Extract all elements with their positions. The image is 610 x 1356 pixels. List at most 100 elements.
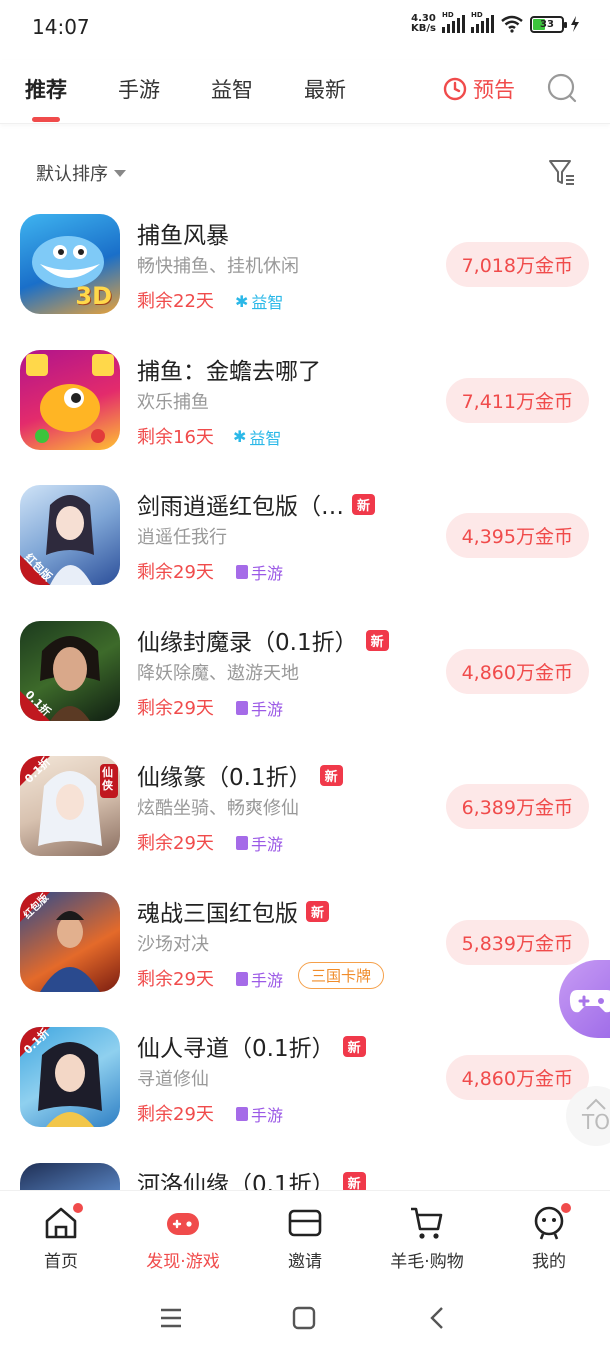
- remaining-days: 剩余29天: [137, 833, 214, 854]
- category-tag: 手游: [236, 831, 283, 855]
- game-title: 剑雨逍遥红包版（… 新: [137, 487, 376, 521]
- game-thumbnail: 0.1折: [20, 620, 120, 721]
- game-title: 魂战三国红包版新: [137, 894, 330, 928]
- clock: 14:07: [32, 15, 90, 39]
- nav-profile-label: 我的: [532, 1252, 566, 1272]
- category-label: 手游: [251, 564, 284, 583]
- nav-discover-games[interactable]: 发现·游戏: [122, 1205, 244, 1272]
- back-icon[interactable]: [424, 1304, 452, 1332]
- category-label: 手游: [251, 835, 284, 854]
- phone-icon: [236, 971, 248, 986]
- genre-tag: 三国卡牌: [298, 961, 385, 989]
- game-title-text: 魂战三国红包版: [137, 900, 298, 927]
- tab-mobile-games[interactable]: 手游: [118, 74, 160, 104]
- list-item[interactable]: 0.1折 仙人寻道（0.1折） 新 寻道修仙 剩余29天 手游 4,860万金币: [0, 1009, 610, 1145]
- category-tag: ✱ 益智: [233, 425, 281, 449]
- game-subtitle: 沙场对决: [137, 933, 209, 955]
- coin-reward-button[interactable]: 5,839万金币: [445, 919, 589, 965]
- list-item[interactable]: 捕鱼：金蟾去哪了 欢乐捕鱼 剩余16天 ✱ 益智 7,411万金币: [0, 332, 610, 468]
- thumb-text: 3D: [75, 282, 112, 310]
- system-nav-bar: [0, 1282, 610, 1356]
- nav-home-label: 首页: [44, 1252, 78, 1272]
- phone-icon: [236, 1107, 248, 1121]
- game-subtitle: 寻道修仙: [137, 1069, 209, 1090]
- new-badge: 新: [342, 1171, 366, 1190]
- clock-icon: [443, 77, 467, 101]
- nav-profile[interactable]: 我的: [488, 1203, 610, 1272]
- caret-down-icon: [114, 169, 126, 177]
- game-subtitle: 畅快捕鱼、挂机休闲: [137, 256, 299, 277]
- coin-reward-button[interactable]: 7,411万金币: [445, 377, 589, 423]
- new-badge: 新: [306, 900, 330, 922]
- remaining-days: 剩余29天: [137, 1104, 214, 1125]
- menu-icon[interactable]: [157, 1304, 185, 1332]
- chevron-up-icon: [586, 1098, 606, 1110]
- category-tag: 手游: [236, 696, 283, 720]
- notification-dot: [73, 1203, 83, 1213]
- new-badge: 新: [365, 629, 389, 651]
- preview-label: 预告: [473, 78, 515, 102]
- network-speed: 4.30 KB/s: [411, 14, 436, 34]
- remaining-days: 剩余29天: [137, 968, 214, 990]
- notification-dot: [561, 1203, 571, 1213]
- new-badge: 新: [319, 765, 343, 786]
- remaining-days: 剩余22天: [137, 291, 214, 312]
- category-tag: 手游: [236, 1102, 283, 1126]
- list-item[interactable]: 0.1折 仙缘封魔录（0.1折） 新 降妖除魔、遨游天地 剩余29天 手游 4,8…: [0, 603, 610, 739]
- phone-icon: [236, 836, 248, 850]
- coin-reward-button[interactable]: 4,395万金币: [445, 513, 589, 558]
- tab-recommend[interactable]: 推荐: [25, 74, 67, 122]
- thumb-text: 仙侠: [102, 766, 113, 792]
- category-label: 手游: [251, 699, 284, 719]
- nav-shopping-label: 羊毛·购物: [390, 1252, 464, 1272]
- game-thumbnail: 0.1折: [20, 1027, 120, 1127]
- preview-button[interactable]: 预告: [443, 74, 515, 104]
- puzzle-icon: ✱: [233, 427, 247, 446]
- game-thumbnail: 红包版: [20, 485, 120, 585]
- nav-invite[interactable]: 邀请: [244, 1205, 366, 1272]
- list-item[interactable]: 河洛仙缘（0.1折） 新: [0, 1145, 610, 1191]
- new-badge: 新: [342, 1036, 366, 1057]
- nav-home[interactable]: 首页: [0, 1203, 122, 1272]
- game-thumbnail: 0.1折 仙侠: [20, 756, 120, 856]
- nav-shopping[interactable]: 羊毛·购物: [366, 1205, 488, 1272]
- category-tabs: 推荐 手游 益智 最新 预告: [0, 60, 610, 124]
- coin-reward-button[interactable]: 4,860万金币: [445, 648, 589, 694]
- gamepad-icon: [167, 1213, 199, 1235]
- list-item[interactable]: 红包版 剑雨逍遥红包版（… 新 逍遥任我行 剩余29天 手游 4,395万金币: [0, 467, 610, 603]
- game-thumbnail: 红包版: [20, 891, 120, 992]
- tab-puzzle[interactable]: 益智: [211, 74, 253, 104]
- list-item[interactable]: 3D 捕鱼风暴 畅快捕鱼、挂机休闲 剩余22天 ✱ 益智 7,018万金币: [0, 196, 610, 332]
- game-thumbnail: [20, 349, 120, 450]
- coin-reward-button[interactable]: 4,860万金币: [445, 1055, 589, 1100]
- game-title-text: 仙缘封魔录（0.1折）: [137, 629, 358, 656]
- category-tag: 手游: [236, 560, 283, 584]
- home-square-icon[interactable]: [290, 1304, 318, 1332]
- game-subtitle: 降妖除魔、遨游天地: [137, 662, 299, 684]
- phone-icon: [236, 700, 248, 715]
- cart-icon: [411, 1207, 443, 1239]
- tab-latest[interactable]: 最新: [304, 74, 346, 104]
- phone-icon: [236, 565, 248, 579]
- game-title: 捕鱼风暴: [137, 223, 229, 249]
- back-to-top-label: TO: [582, 1110, 610, 1134]
- filter-icon[interactable]: [548, 158, 576, 188]
- status-bar: 14:07 4.30 KB/s HD HD 33: [0, 0, 610, 56]
- coin-reward-button[interactable]: 6,389万金币: [445, 784, 589, 829]
- game-title-text: 河洛仙缘（0.1折）: [137, 1171, 335, 1191]
- bottom-nav: 首页 发现·游戏 邀请 羊毛·购物 我的: [0, 1190, 610, 1282]
- game-title-text: 仙人寻道（0.1折）: [137, 1036, 335, 1062]
- game-thumbnail: [20, 1162, 120, 1190]
- game-list: 3D 捕鱼风暴 畅快捕鱼、挂机休闲 剩余22天 ✱ 益智 7,018万金币 捕鱼：…: [0, 196, 610, 1190]
- list-item[interactable]: 红包版 魂战三国红包版新 沙场对决 剩余29天 手游 三国卡牌 5,839万金币: [0, 874, 610, 1010]
- network-speed-unit: KB/s: [411, 23, 436, 34]
- remaining-days: 剩余29天: [137, 697, 214, 719]
- search-icon[interactable]: [546, 72, 578, 104]
- signal-icon: HD: [471, 11, 494, 33]
- signal-icon: HD: [442, 11, 465, 33]
- list-item[interactable]: 0.1折 仙侠 仙缘篆（0.1折） 新 炫酷坐骑、畅爽修仙 剩余29天 手游 6,…: [0, 738, 610, 874]
- game-subtitle: 逍遥任我行: [137, 527, 227, 548]
- coin-reward-button[interactable]: 7,018万金币: [445, 242, 589, 287]
- sort-dropdown[interactable]: 默认排序: [36, 160, 126, 186]
- sort-label: 默认排序: [36, 164, 108, 185]
